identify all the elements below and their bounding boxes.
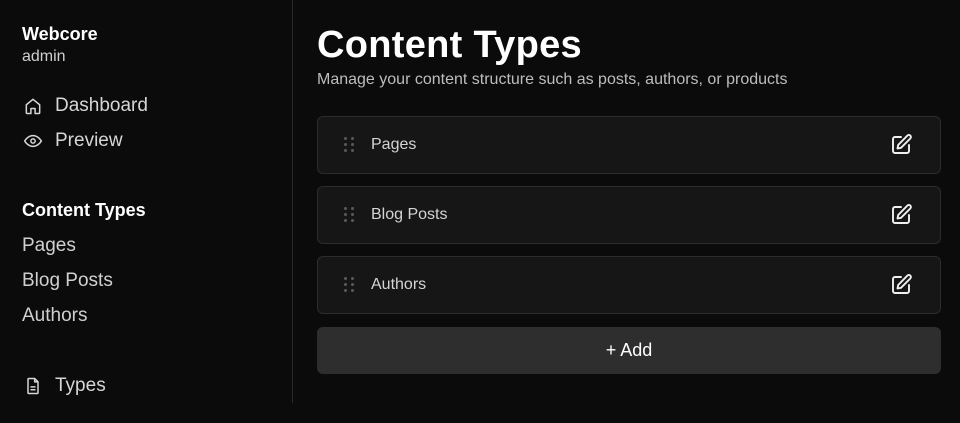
edit-button[interactable] xyxy=(888,272,914,298)
app-root: Webcore admin Dashboard Preview Content … xyxy=(0,0,960,423)
content-type-label: Pages xyxy=(371,136,417,153)
drag-handle-icon[interactable] xyxy=(344,207,354,223)
sidebar-item-authors[interactable]: Authors xyxy=(22,305,87,327)
document-icon xyxy=(22,375,44,397)
content-type-label: Authors xyxy=(371,276,427,293)
nav-item-label: Types xyxy=(55,375,106,396)
edit-icon xyxy=(892,204,912,224)
page-subtitle: Manage your content structure such as po… xyxy=(317,71,788,88)
content-type-label: Blog Posts xyxy=(371,206,448,223)
add-content-type-button[interactable]: + Add xyxy=(317,327,941,374)
content-type-row: Pages xyxy=(317,116,941,174)
edit-icon xyxy=(892,274,912,294)
edit-icon xyxy=(892,134,912,154)
sidebar-item-pages[interactable]: Pages xyxy=(22,235,76,257)
home-icon xyxy=(22,95,44,117)
sidebar-item-blog-posts[interactable]: Blog Posts xyxy=(22,270,113,292)
nav-item-label: Dashboard xyxy=(55,95,148,116)
nav-item-types[interactable]: Types xyxy=(22,374,106,398)
edit-button[interactable] xyxy=(888,132,914,158)
edit-button[interactable] xyxy=(888,202,914,228)
brand-name: Webcore xyxy=(22,24,98,44)
user-role: admin xyxy=(22,48,66,65)
content-type-row: Blog Posts xyxy=(317,186,941,244)
nav-item-preview[interactable]: Preview xyxy=(22,129,123,153)
brand: Webcore admin xyxy=(22,24,98,66)
drag-handle-icon[interactable] xyxy=(344,277,354,293)
content-type-row: Authors xyxy=(317,256,941,314)
nav-item-label: Preview xyxy=(55,130,123,151)
page-title: Content Types xyxy=(317,24,582,66)
sidebar: Webcore admin Dashboard Preview Content … xyxy=(0,0,293,403)
content-types-heading: Content Types xyxy=(22,200,146,220)
eye-icon xyxy=(22,130,44,152)
drag-handle-icon[interactable] xyxy=(344,137,354,153)
nav-item-dashboard[interactable]: Dashboard xyxy=(22,94,148,118)
